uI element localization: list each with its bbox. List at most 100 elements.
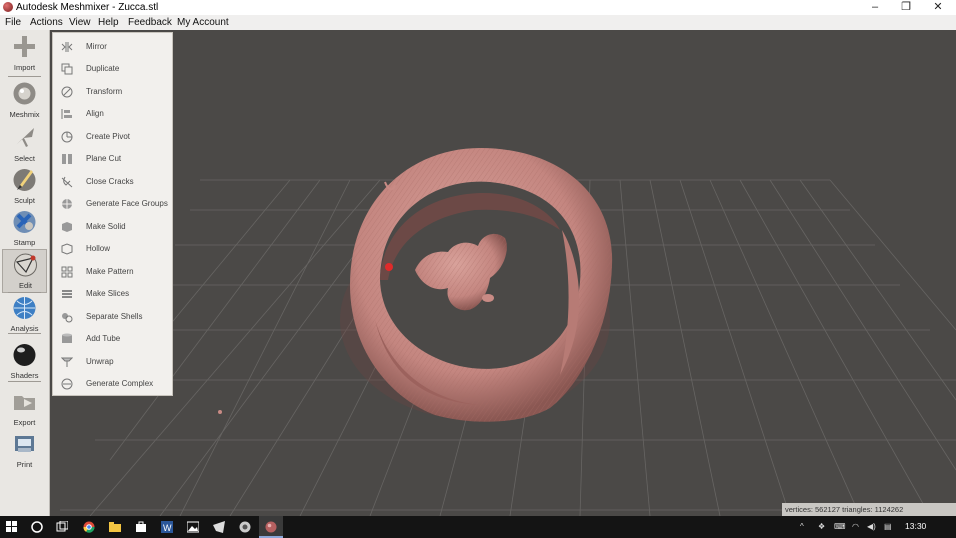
close-button[interactable]: ✕	[923, 0, 953, 15]
task-view-button[interactable]	[50, 516, 74, 538]
shaders-tool[interactable]: Shaders	[2, 340, 47, 384]
app-button[interactable]	[207, 516, 231, 538]
word-button[interactable]: W	[155, 516, 179, 538]
meshmix-sphere-icon	[13, 82, 36, 105]
taskbar-clock[interactable]: 13:30	[905, 521, 926, 531]
analysis-label: Analysis	[10, 324, 39, 333]
toolbar-divider	[8, 333, 41, 334]
title-bar: Autodesk Meshmixer - Zucca.stl – ❐ ✕	[0, 0, 956, 15]
analysis-globe-icon	[13, 297, 36, 319]
slices-icon	[62, 290, 72, 298]
menu-item-create-pivot[interactable]: Create Pivot	[53, 126, 172, 148]
menu-item-hollow[interactable]: Hollow	[53, 238, 172, 260]
menu-item-label: Align	[86, 109, 104, 118]
pivot-icon	[61, 131, 73, 143]
menu-item-label: Make Slices	[86, 289, 130, 298]
menu-item-label: Close Cracks	[86, 177, 134, 186]
store-button[interactable]	[129, 516, 153, 538]
volume-icon[interactable]: ◀)	[867, 522, 876, 531]
menu-file[interactable]: File	[5, 16, 21, 29]
menu-feedback[interactable]: Feedback	[128, 16, 172, 29]
menu-view[interactable]: View	[69, 16, 91, 29]
menu-item-generate-face-groups[interactable]: Generate Face Groups	[53, 193, 172, 215]
minimize-button[interactable]: –	[860, 0, 890, 15]
meshmix-tool[interactable]: Meshmix	[2, 79, 47, 123]
menu-item-plane-cut[interactable]: Plane Cut	[53, 148, 172, 170]
align-icon	[61, 109, 72, 119]
menu-item-make-slices[interactable]: Make Slices	[53, 283, 172, 305]
complex-icon	[61, 378, 73, 390]
stamp-icon	[13, 211, 36, 233]
stamp-tool[interactable]: Stamp	[2, 207, 47, 251]
menu-item-label: Transform	[86, 87, 123, 96]
stamp-label: Stamp	[13, 238, 36, 247]
menu-item-transform[interactable]: Transform	[53, 81, 172, 103]
printer-icon	[15, 436, 34, 452]
face-groups-icon	[62, 199, 72, 209]
menu-item-label: Plane Cut	[86, 154, 122, 163]
menu-item-unwrap[interactable]: Unwrap	[53, 351, 172, 373]
select-tool[interactable]: Select	[2, 123, 47, 167]
analysis-tool[interactable]: Analysis	[2, 293, 47, 337]
file-explorer-icon	[109, 522, 121, 532]
toolbar-divider	[8, 76, 41, 77]
menu-item-close-cracks[interactable]: Close Cracks	[53, 171, 172, 193]
edit-sphere-icon	[14, 253, 37, 277]
app-icon	[213, 521, 225, 533]
wifi-icon[interactable]: ◠	[852, 522, 859, 531]
print-tool[interactable]: Print	[2, 429, 47, 473]
menu-item-mirror[interactable]: Mirror	[53, 36, 172, 58]
start-button[interactable]	[0, 516, 24, 538]
menu-help[interactable]: Help	[98, 16, 119, 29]
duplicate-icon	[61, 63, 73, 75]
mirror-icon	[61, 42, 73, 52]
main-toolbar: Import Meshmix Select Sculpt Stamp Edit …	[0, 30, 50, 516]
menu-item-add-tube[interactable]: Add Tube	[53, 328, 172, 350]
file-explorer-button[interactable]	[103, 516, 127, 538]
start-icon	[6, 521, 17, 532]
hollow-icon	[61, 243, 73, 255]
browser-button[interactable]	[233, 516, 257, 538]
windows-taskbar: W ^ ❖ ⌨ ◠ ◀) ▤ 13:30	[0, 516, 956, 538]
shader-ball-icon	[13, 344, 36, 366]
menu-item-align[interactable]: Align	[53, 103, 172, 125]
unwrap-icon	[61, 357, 73, 367]
chevron-up-icon[interactable]: ^	[800, 522, 804, 531]
menu-item-label: Make Solid	[86, 222, 126, 231]
sculpt-label: Sculpt	[14, 196, 35, 205]
menu-item-make-pattern[interactable]: Make Pattern	[53, 261, 172, 283]
photos-button[interactable]	[181, 516, 205, 538]
menu-item-label: Make Pattern	[86, 267, 134, 276]
restore-button[interactable]: ❐	[891, 0, 921, 15]
make-solid-icon	[62, 222, 72, 232]
ime-icon[interactable]: ⌨	[834, 522, 846, 531]
cortana-icon	[31, 521, 43, 533]
brush-icon	[13, 169, 36, 191]
tube-icon	[62, 333, 72, 343]
viewport-scene	[60, 148, 956, 516]
menu-item-duplicate[interactable]: Duplicate	[53, 58, 172, 80]
sculpt-tool[interactable]: Sculpt	[2, 165, 47, 209]
dropbox-icon[interactable]: ❖	[818, 522, 825, 531]
chrome-button[interactable]	[77, 516, 101, 538]
menu-my-account[interactable]: My Account	[177, 16, 229, 29]
cortana-button[interactable]	[25, 516, 49, 538]
menu-item-separate-shells[interactable]: Separate Shells	[53, 306, 172, 328]
export-tool[interactable]: Export	[2, 387, 47, 431]
menu-item-label: Create Pivot	[86, 132, 131, 141]
menu-item-label: Separate Shells	[86, 312, 143, 321]
menu-item-make-solid[interactable]: Make Solid	[53, 216, 172, 238]
menu-actions[interactable]: Actions	[30, 16, 63, 29]
mesh-stats: vertices: 562127 triangles: 1124262	[782, 503, 956, 516]
menu-item-generate-complex[interactable]: Generate Complex	[53, 373, 172, 395]
edit-tool[interactable]: Edit	[2, 249, 47, 293]
import-tool[interactable]: Import	[2, 32, 47, 76]
plane-cut-icon	[62, 154, 72, 164]
notification-icon[interactable]: ▤	[884, 522, 892, 531]
3d-viewport[interactable]	[50, 30, 956, 516]
menu-item-label: Generate Face Groups	[86, 199, 168, 208]
meshmixer-taskbar-button[interactable]	[259, 516, 283, 538]
pattern-icon	[61, 266, 73, 278]
edit-label: Edit	[19, 281, 32, 290]
select-label: Select	[14, 154, 35, 163]
